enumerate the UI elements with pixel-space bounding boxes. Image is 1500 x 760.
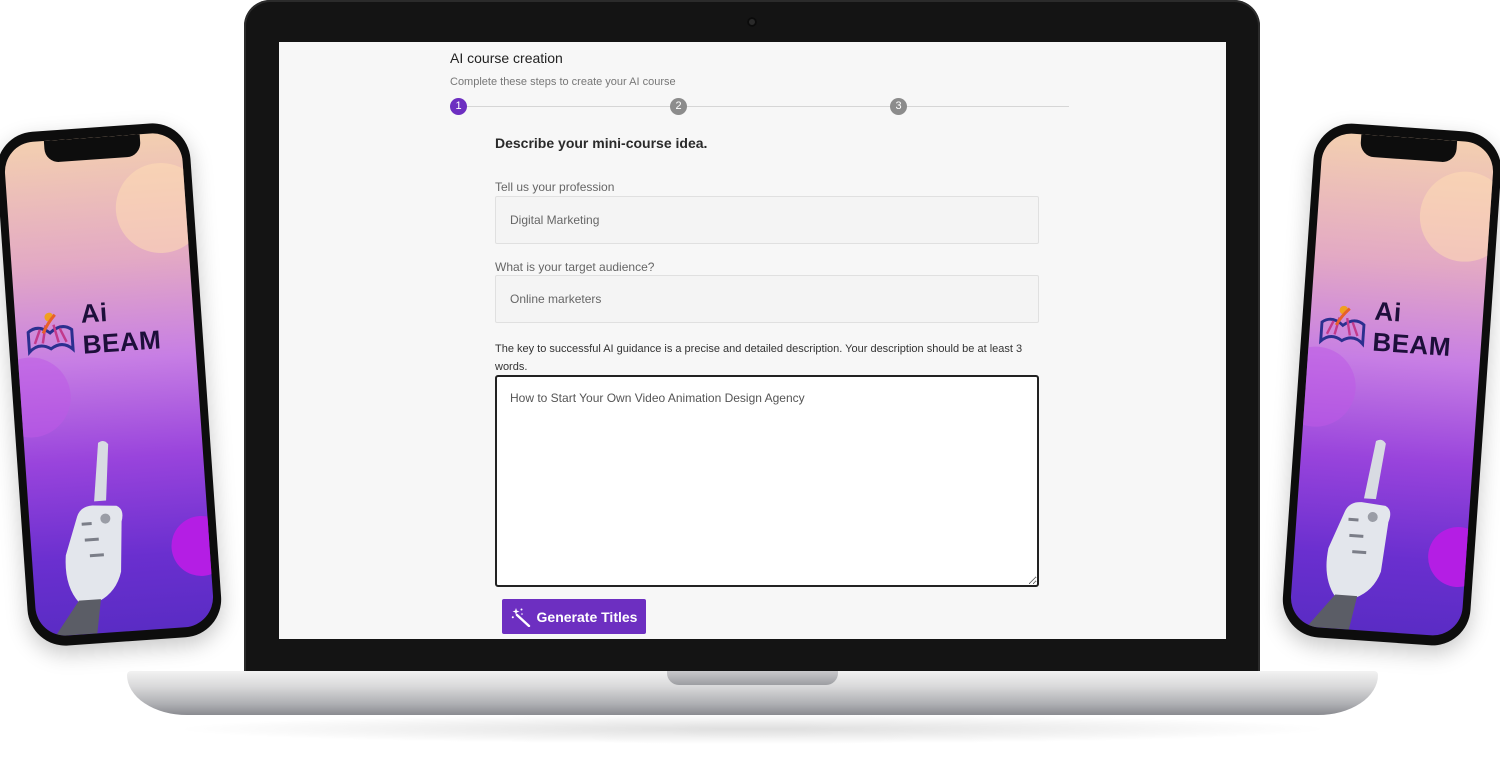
laptop-hinge-notch [667, 671, 838, 685]
phone-notch [43, 134, 142, 163]
wand-icon [511, 607, 530, 627]
laptop-camera [747, 17, 757, 27]
page-title: AI course creation [450, 50, 563, 66]
book-person-logo-icon [26, 312, 75, 357]
decor-orb [169, 513, 216, 578]
step-3-indicator[interactable]: 3 [890, 98, 907, 115]
brand-name: Ai BEAM [79, 296, 163, 360]
book-person-logo-icon [1319, 305, 1366, 348]
phone-mockup-right: Ai BEAM [1280, 121, 1500, 648]
brand-name: Ai BEAM [1371, 295, 1453, 362]
description-hint: The key to successful AI guidance is a p… [495, 343, 1023, 373]
phone-mockup-left: Ai BEAM [0, 120, 224, 649]
decor-orb [112, 159, 209, 256]
laptop-shadow [170, 714, 1335, 744]
robot-hand-image [1306, 439, 1391, 630]
page-subtitle: Complete these steps to create your AI c… [450, 76, 676, 88]
robot-hand-image [55, 441, 123, 637]
phone-screen-right: Ai BEAM [1288, 131, 1496, 638]
decor-orb [1426, 525, 1491, 590]
audience-input[interactable] [495, 275, 1039, 323]
step-1-indicator[interactable]: 1 [450, 98, 467, 115]
profession-label: Tell us your profession [495, 180, 615, 194]
form-heading: Describe your mini-course idea. [495, 135, 708, 151]
brand-logo: Ai BEAM [22, 291, 196, 365]
profession-input[interactable] [495, 196, 1039, 244]
description-textarea[interactable]: How to Start Your Own Video Animation De… [495, 375, 1039, 587]
brand-logo: Ai BEAM [1316, 292, 1484, 365]
audience-label: What is your target audience? [495, 260, 655, 274]
stepper-line [459, 106, 1069, 107]
generate-titles-button[interactable]: Generate Titles [502, 599, 646, 634]
phone-notch [1359, 134, 1458, 163]
decor-orb [1416, 168, 1496, 265]
app-screen: AI course creation Complete these steps … [279, 42, 1226, 639]
step-2-indicator[interactable]: 2 [670, 98, 687, 115]
phone-screen-left: Ai BEAM [2, 131, 216, 638]
generate-titles-label: Generate Titles [536, 608, 638, 625]
